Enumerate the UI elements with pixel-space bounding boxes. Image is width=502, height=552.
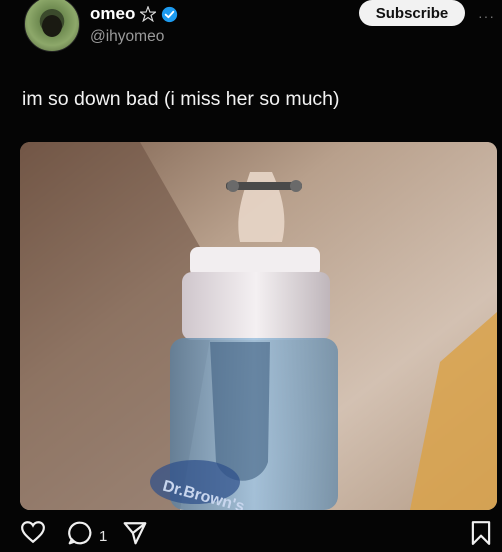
heart-icon[interactable]	[20, 520, 46, 544]
post-header: omeo @ihyomeo Subscribe ···	[0, 0, 502, 60]
comment-bubble-icon[interactable]	[66, 520, 94, 546]
subscribe-button[interactable]: Subscribe	[359, 0, 465, 26]
name-row: omeo	[90, 4, 178, 24]
bookmark-icon[interactable]	[470, 520, 492, 546]
send-arrow-icon[interactable]	[121, 520, 149, 546]
post-text: im so down bad (i miss her so much)	[22, 88, 340, 110]
avatar[interactable]	[24, 0, 80, 52]
verified-check-icon	[162, 6, 178, 22]
reply-count: 1	[99, 528, 108, 545]
more-options-icon[interactable]: ···	[478, 8, 495, 24]
display-name[interactable]: omeo	[90, 4, 135, 24]
post-actions: 1	[0, 514, 502, 552]
avatar-face	[42, 15, 62, 37]
handle[interactable]: @ihyomeo	[90, 28, 164, 46]
baby-bottle-photo: Dr.Brown's	[20, 142, 497, 510]
post-image[interactable]: Dr.Brown's	[20, 142, 497, 510]
pentagram-icon	[140, 6, 157, 22]
